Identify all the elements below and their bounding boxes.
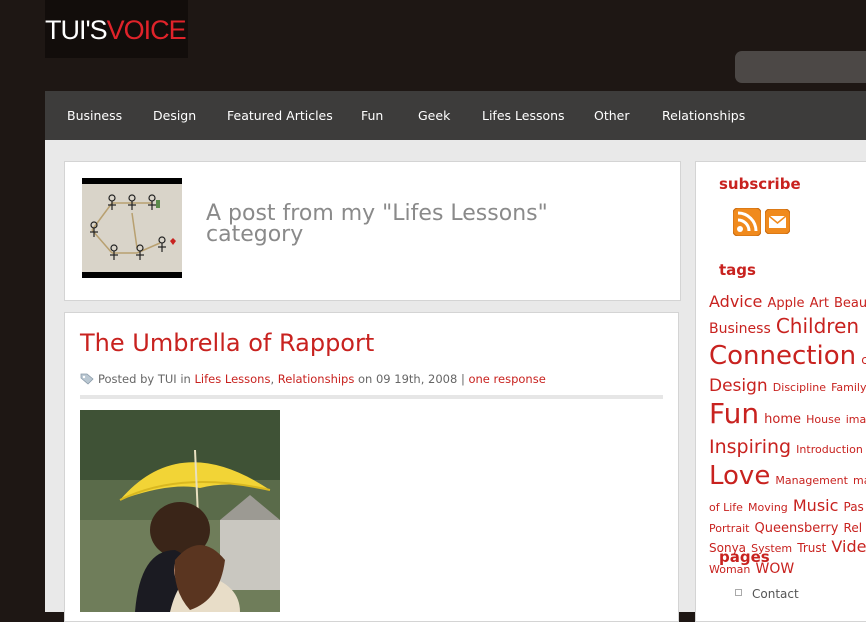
posted-by-label: Posted by <box>98 372 155 386</box>
bullet-icon <box>735 589 742 596</box>
mail-icon <box>764 208 791 235</box>
tag-link[interactable]: Music <box>793 496 839 515</box>
search-input[interactable] <box>735 51 866 83</box>
tag-link[interactable]: Pas <box>844 500 864 514</box>
tag-link[interactable]: Beaut <box>834 296 866 311</box>
logo-text-white: TUI'S <box>45 15 108 45</box>
tag-link[interactable]: of Life <box>709 501 743 514</box>
tag-link[interactable]: Rel <box>844 521 863 535</box>
tag-link[interactable]: Business <box>709 321 771 337</box>
tag-link[interactable]: Advice <box>709 292 762 311</box>
post-author: TUI <box>157 372 177 386</box>
tag-link[interactable]: Trust <box>797 541 826 555</box>
tag-link[interactable]: Connection <box>709 341 856 371</box>
tag-link[interactable]: Design <box>709 376 768 396</box>
tag-link[interactable]: Vide <box>831 537 866 556</box>
nav-item-geek[interactable]: Geek <box>418 91 450 140</box>
umbrella-couple-image <box>80 410 280 612</box>
tag-link[interactable]: Art <box>810 296 829 311</box>
tag-link[interactable]: House <box>806 413 840 426</box>
tag-link[interactable]: Discipline <box>773 381 826 394</box>
nav-item-design[interactable]: Design <box>153 91 196 140</box>
tag-icon <box>80 373 94 385</box>
meta-separator: | <box>460 372 465 386</box>
post-title-link[interactable]: The Umbrella of Rapport <box>80 329 374 357</box>
rss-feed-button[interactable] <box>732 207 762 237</box>
main-nav: Business Design Featured Articles Fun Ge… <box>45 91 866 140</box>
tag-cloud: Advice Apple Art BeautBusiness ChildrenC… <box>709 292 866 579</box>
nav-item-fun[interactable]: Fun <box>361 91 383 140</box>
tag-link[interactable]: Moving <box>748 501 788 514</box>
page-link-label: Contact <box>752 587 799 601</box>
tag-link[interactable]: Family <box>831 381 866 394</box>
email-subscribe-button[interactable] <box>764 208 791 235</box>
logo-text: TUI'SVOICE <box>45 15 187 45</box>
nav-item-other[interactable]: Other <box>594 91 630 140</box>
tag-line: Advice Apple Art Beaut <box>709 292 866 314</box>
tag-link[interactable]: Love <box>709 461 770 491</box>
site-logo[interactable]: TUI'SVOICE <box>45 0 188 58</box>
tag-link[interactable]: Fun <box>709 397 759 430</box>
page-link-contact[interactable]: Contact <box>735 587 799 601</box>
tag-line: Inspiring Introduction <box>709 436 866 461</box>
tag-line: Connection co <box>709 341 866 375</box>
subscribe-heading: subscribe <box>719 175 801 193</box>
tag-line: Love Management ma <box>709 461 866 496</box>
tag-line: Design Discipline Family <box>709 375 866 398</box>
pages-heading: pages <box>719 548 770 566</box>
tags-heading: tags <box>719 261 756 279</box>
logo-text-red: VOICE <box>106 15 187 45</box>
tag-link[interactable]: Queensberry <box>755 521 839 536</box>
nav-item-relationships[interactable]: Relationships <box>662 91 745 140</box>
stick-figure-diagram-image <box>82 184 182 272</box>
rss-icon <box>732 207 762 237</box>
tag-link[interactable]: Inspiring <box>709 436 791 458</box>
category-link-lifes-lessons[interactable]: Lifes Lessons <box>195 372 271 386</box>
tag-link[interactable]: imag <box>846 413 866 426</box>
category-link-relationships[interactable]: Relationships <box>278 372 355 386</box>
post-meta: Posted by TUI in Lifes Lessons, Relation… <box>80 371 546 387</box>
tag-line: of Life Moving Music Pas <box>709 496 866 518</box>
post-date: on 09 19th, 2008 <box>358 372 458 386</box>
nav-item-business[interactable]: Business <box>67 91 122 140</box>
tag-link[interactable]: home <box>764 412 801 427</box>
tag-link[interactable]: Management <box>775 474 847 487</box>
comments-link[interactable]: one response <box>468 372 545 386</box>
nav-item-featured-articles[interactable]: Featured Articles <box>227 91 333 140</box>
category-separator: , <box>270 372 275 386</box>
nav-item-lifes-lessons[interactable]: Lifes Lessons <box>482 91 565 140</box>
category-thumbnail[interactable] <box>82 178 182 278</box>
post-divider <box>80 395 663 399</box>
tag-link[interactable]: Apple <box>767 296 804 311</box>
post-photo-umbrella-couple[interactable] <box>80 410 280 612</box>
tag-link[interactable]: Children <box>776 314 859 338</box>
tag-link[interactable]: ma <box>853 474 866 487</box>
tag-link[interactable]: Portrait <box>709 522 749 535</box>
in-label: in <box>180 372 191 386</box>
tag-line: Business Children <box>709 314 866 341</box>
tag-link[interactable]: Introduction <box>796 443 863 456</box>
tag-link[interactable]: co <box>861 353 866 367</box>
category-banner-text: A post from my "Lifes Lessons" category <box>206 201 548 247</box>
tag-line: Portrait Queensberry Rel <box>709 518 866 537</box>
tag-line: Fun home House imag <box>709 398 866 436</box>
